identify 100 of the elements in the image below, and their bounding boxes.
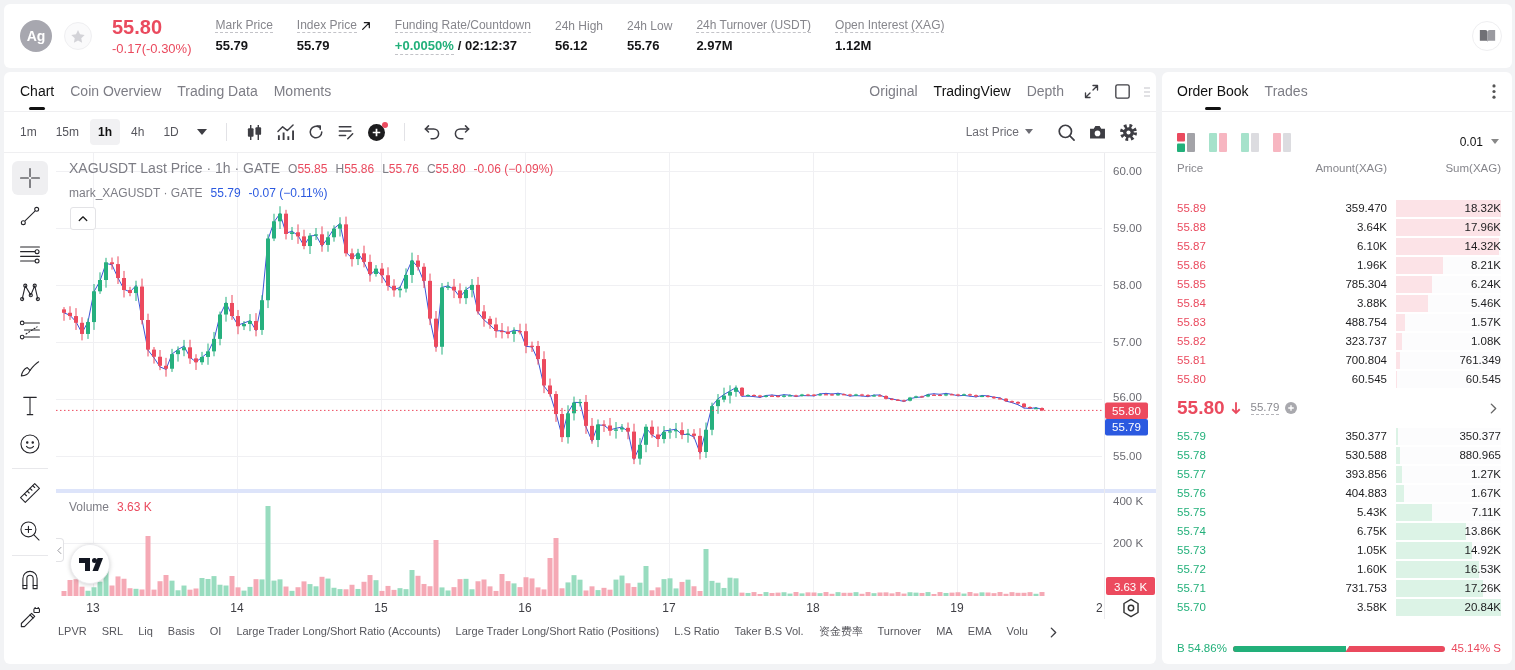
volume-tag: 3.63 K (1106, 577, 1155, 595)
order-sum: 761.349 (1459, 353, 1501, 368)
chevron-right-icon[interactable] (1049, 626, 1057, 638)
indicator-tab[interactable]: OI (209, 625, 222, 639)
zigzag-icon (19, 281, 41, 303)
stat-value: 55.79 (215, 38, 249, 54)
chart-tab[interactable]: Chart (16, 72, 59, 111)
bid-price: 55.79 (1177, 429, 1207, 444)
order-book-tab[interactable]: Order Book (1173, 72, 1253, 111)
bid-price: 55.72 (1177, 562, 1207, 577)
indicator-tab[interactable]: LPVR (58, 625, 87, 639)
indicator-tab[interactable]: SRL (101, 625, 124, 639)
rotate-icon[interactable] (307, 124, 324, 140)
order-sum: 14.32K (1464, 239, 1501, 254)
caret-icon[interactable] (196, 129, 207, 135)
search-icon[interactable] (1058, 123, 1075, 141)
legend-change: -0.06 (−0.09%) (473, 162, 554, 177)
indicator-tab[interactable]: Liq (138, 625, 153, 639)
settings-icon[interactable] (1120, 123, 1137, 141)
order-amount: 488.754 (1344, 315, 1387, 330)
ask-price: 55.84 (1177, 296, 1207, 311)
order-sum: 7.11K (1471, 505, 1501, 520)
interval-option[interactable]: 1D (155, 119, 187, 145)
indicator-tab[interactable]: Taker B.S Vol. (734, 625, 804, 639)
camera-icon[interactable] (1089, 125, 1106, 139)
collapse-button[interactable] (70, 207, 96, 230)
order-sum: 6.24K (1470, 277, 1501, 292)
order-amount: 3.58K (1355, 600, 1387, 615)
ruler-icon (19, 482, 41, 504)
price-axis-label: 59.00 (1113, 222, 1142, 234)
line-icon (19, 205, 41, 227)
order-sum: 1.08K (1470, 334, 1501, 349)
precision-dropdown[interactable]: 0.01 (1459, 134, 1501, 150)
order-amount: 323.737 (1344, 334, 1387, 349)
square-icon[interactable] (1115, 84, 1130, 99)
chevron-right-icon[interactable] (1490, 402, 1497, 414)
column-header: Amount(XAG) (1314, 161, 1387, 175)
indicator-tab[interactable]: Large Trader Long/Short Ratio (Accounts) (236, 625, 441, 639)
interval-option[interactable]: 1h (90, 119, 121, 145)
stat-label: Index Price (296, 18, 357, 33)
chart-tab[interactable]: Coin Overview (66, 72, 166, 111)
star-icon (71, 29, 85, 43)
ask-price: 55.82 (1177, 334, 1207, 349)
order-amount: 1.96K (1355, 258, 1387, 273)
ask-price: 55.85 (1177, 277, 1207, 292)
volume-legend-value: 3.63 K (117, 500, 152, 515)
coin-avatar: Ag (20, 20, 52, 52)
indicator-tab[interactable]: EMA (967, 625, 992, 639)
ask-price: 55.80 (1177, 372, 1207, 387)
indicator-tab[interactable]: Basis (167, 625, 195, 639)
view-option[interactable]: TradingView (929, 72, 1015, 111)
undo-icon[interactable] (423, 124, 440, 140)
chart-icon[interactable] (276, 123, 294, 141)
caret-icon (1491, 139, 1499, 145)
price-source-dropdown[interactable]: Last Price (965, 124, 1033, 140)
order-sum: 17.96K (1464, 220, 1501, 235)
interval-option[interactable]: 1m (12, 119, 45, 145)
book-layout-icon[interactable] (1177, 132, 1195, 152)
panel-toggle-button[interactable] (56, 538, 64, 562)
view-option[interactable]: Depth (1022, 72, 1068, 111)
indicator-tab[interactable]: MA (936, 625, 953, 639)
indicator-tab[interactable]: Turnover (877, 625, 922, 639)
indicator-tab[interactable]: Large Trader Long/Short Ratio (Positions) (455, 625, 660, 639)
candlestick-icon[interactable] (245, 123, 263, 141)
bid-price: 55.74 (1177, 524, 1207, 539)
stat-value: 55.76 (627, 37, 660, 54)
order-book-tab[interactable]: Trades (1260, 72, 1312, 111)
ohlc-reading: L55.76 (382, 162, 419, 177)
logo-icon[interactable] (70, 544, 110, 584)
drag-handle-icon[interactable] (1144, 86, 1150, 97)
redo-icon[interactable] (453, 124, 470, 140)
order-sum: 13.86K (1464, 524, 1501, 539)
plus-circle-icon (1285, 402, 1298, 414)
add-icon[interactable] (367, 123, 385, 141)
ohlc-reading: C55.80 (426, 162, 466, 177)
settings-icon[interactable] (1124, 599, 1138, 617)
sell-ratio: 45.14% S (1451, 642, 1501, 656)
buy-ratio: B 54.86% (1177, 642, 1227, 656)
chart-tab[interactable]: Moments (269, 72, 336, 111)
book-button[interactable] (1472, 21, 1502, 51)
arrow-icon[interactable] (360, 20, 371, 31)
last-price-tag: 55.80 (1105, 402, 1148, 419)
chevron-up-icon (78, 215, 88, 222)
order-amount: 731.753 (1344, 581, 1387, 596)
indicator-tab[interactable]: Volu (1006, 625, 1028, 639)
bid-price: 55.70 (1177, 600, 1207, 615)
more-icon[interactable] (1492, 84, 1496, 99)
time-axis-label: 18 (806, 601, 820, 615)
list-icon[interactable] (337, 124, 354, 140)
chart-tab[interactable]: Trading Data (173, 72, 262, 111)
order-amount: 350.377 (1344, 429, 1387, 444)
indicator-tab[interactable]: L.S Ratio (674, 625, 720, 639)
ohlc-reading: H55.86 (335, 162, 375, 177)
ask-price: 55.87 (1177, 239, 1207, 254)
view-option[interactable]: Original (865, 72, 922, 111)
stat-label: Open Interest (XAG) (835, 18, 945, 33)
expand-icon[interactable] (1084, 84, 1099, 99)
interval-option[interactable]: 15m (47, 119, 87, 145)
indicator-tab[interactable]: 资金费率 (818, 625, 863, 639)
interval-option[interactable]: 4h (123, 119, 153, 145)
